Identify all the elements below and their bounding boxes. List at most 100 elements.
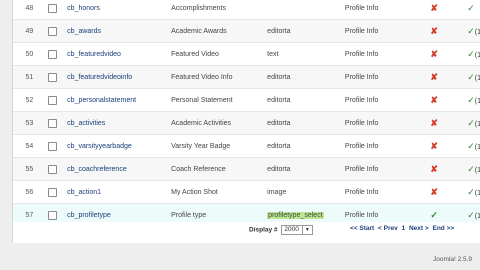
field-name-link[interactable]: cb_featuredvideoinfo	[61, 65, 168, 89]
field-title: Varsity Year Badge	[167, 134, 264, 158]
field-title: Accomplishments	[167, 0, 264, 20]
row-id: 48	[13, 0, 46, 20]
field-name-link[interactable]: cb_awards	[61, 19, 168, 43]
field-tab: Profile Info	[340, 157, 408, 181]
field-name-link[interactable]: cb_action1	[61, 180, 168, 204]
table-row: 53 cb_activities Academic Activities edi…	[13, 111, 480, 135]
cross-icon[interactable]: ✘	[430, 118, 438, 128]
row-checkbox[interactable]	[47, 95, 57, 105]
field-name-link[interactable]: cb_featuredvideo	[61, 42, 168, 66]
row-checkbox[interactable]	[47, 210, 57, 220]
row-id: 50	[13, 42, 46, 66]
table-row: 55 cb_coachreference Coach Reference edi…	[13, 157, 480, 181]
display-select[interactable]: 2000 ▼	[281, 225, 313, 235]
cross-icon[interactable]: ✘	[430, 26, 438, 36]
display-value: 2000	[284, 226, 299, 233]
field-name-link[interactable]: cb_honors	[61, 0, 168, 20]
field-type: editorta	[263, 134, 341, 158]
field-tab: Profile Info	[340, 19, 408, 43]
check-icon[interactable]: ✓	[467, 141, 475, 151]
field-tab: Profile Info	[340, 111, 408, 135]
table-row: 50 cb_featuredvideo Featured Video text …	[13, 42, 480, 66]
field-name-link[interactable]: cb_personalstatement	[61, 88, 168, 112]
fields-list-panel: 48 cb_honors Accomplishments Profile Inf…	[12, 0, 480, 243]
published-num: (1	[474, 74, 480, 82]
cross-icon[interactable]: ✘	[430, 187, 438, 197]
pagination: << Start < Prev 1 Next > End >>	[350, 225, 456, 232]
cross-icon[interactable]: ✘	[430, 95, 438, 105]
table-row: 56 cb_action1 My Action Shot image Profi…	[13, 180, 480, 204]
cross-icon[interactable]: ✘	[430, 49, 438, 59]
field-type: editorta	[263, 88, 341, 112]
table-row: 49 cb_awards Academic Awards editorta Pr…	[13, 19, 480, 43]
field-name-link[interactable]: cb_varsityyearbadge	[61, 134, 168, 158]
field-title: Coach Reference	[167, 157, 264, 181]
row-checkbox[interactable]	[47, 187, 57, 197]
table-row: 48 cb_honors Accomplishments Profile Inf…	[13, 0, 480, 20]
check-icon[interactable]: ✓	[467, 164, 475, 174]
published-num: (1	[474, 212, 480, 220]
field-tab: Profile Info	[340, 42, 408, 66]
table-row: 52 cb_personalstatement Personal Stateme…	[13, 88, 480, 112]
row-checkbox[interactable]	[47, 118, 57, 128]
row-id: 56	[13, 180, 46, 204]
check-icon[interactable]: ✓	[467, 210, 475, 220]
row-id: 54	[13, 134, 46, 158]
field-title: Featured Video	[167, 42, 264, 66]
row-checkbox[interactable]	[47, 141, 57, 151]
cross-icon[interactable]: ✘	[430, 3, 438, 13]
pager-start[interactable]: << Start	[350, 225, 374, 232]
field-type: image	[263, 180, 341, 204]
row-checkbox[interactable]	[47, 3, 57, 13]
cross-icon[interactable]: ✘	[430, 72, 438, 82]
row-id: 55	[13, 157, 46, 181]
field-title: Featured Video Info	[167, 65, 264, 89]
field-name-link[interactable]: cb_activities	[61, 111, 168, 135]
published-num: (1	[474, 143, 480, 151]
check-icon[interactable]: ✓	[467, 95, 475, 105]
field-type	[263, 0, 341, 20]
check-icon[interactable]: ✓	[467, 72, 475, 82]
field-tab: Profile Info	[340, 0, 408, 20]
row-checkbox[interactable]	[47, 49, 57, 59]
check-icon[interactable]: ✓	[467, 26, 475, 36]
row-id: 49	[13, 19, 46, 43]
pager-page-1[interactable]: 1	[402, 225, 406, 232]
pager-next[interactable]: Next >	[409, 225, 429, 232]
check-icon[interactable]: ✓	[467, 3, 475, 13]
row-checkbox[interactable]	[47, 26, 57, 36]
field-type: text	[263, 42, 341, 66]
published-num: (1	[474, 189, 480, 197]
field-type: profiletype_select	[267, 211, 324, 219]
cross-icon[interactable]: ✘	[430, 141, 438, 151]
display-count: Display # 2000 ▼	[249, 225, 313, 235]
row-id: 52	[13, 88, 46, 112]
row-checkbox[interactable]	[47, 72, 57, 82]
field-title: Personal Statement	[167, 88, 264, 112]
check-icon[interactable]: ✓	[467, 49, 475, 59]
published-num: (1	[474, 28, 480, 36]
field-name-link[interactable]: cb_coachreference	[61, 157, 168, 181]
field-type: editorta	[263, 65, 341, 89]
field-title: My Action Shot	[167, 180, 264, 204]
field-title: Academic Activities	[167, 111, 264, 135]
display-label: Display #	[249, 226, 278, 234]
field-type: editorta	[263, 19, 341, 43]
check-icon[interactable]: ✓	[467, 118, 475, 128]
table-row: 54 cb_varsityyearbadge Varsity Year Badg…	[13, 134, 480, 158]
field-tab: Profile Info	[340, 180, 408, 204]
row-id: 53	[13, 111, 46, 135]
field-type: editorta	[263, 157, 341, 181]
version-label: Joomla! 2.5.9	[433, 256, 473, 263]
row-checkbox[interactable]	[47, 164, 57, 174]
row-id: 51	[13, 65, 46, 89]
field-tab: Profile Info	[340, 134, 408, 158]
published-num: (1	[474, 97, 480, 105]
check-icon[interactable]: ✓	[467, 187, 475, 197]
published-num: (1	[474, 166, 480, 174]
check-icon[interactable]: ✓	[430, 210, 438, 220]
pager-prev[interactable]: < Prev	[378, 225, 398, 232]
pager-end[interactable]: End >>	[433, 225, 455, 232]
field-title: Academic Awards	[167, 19, 264, 43]
cross-icon[interactable]: ✘	[430, 164, 438, 174]
